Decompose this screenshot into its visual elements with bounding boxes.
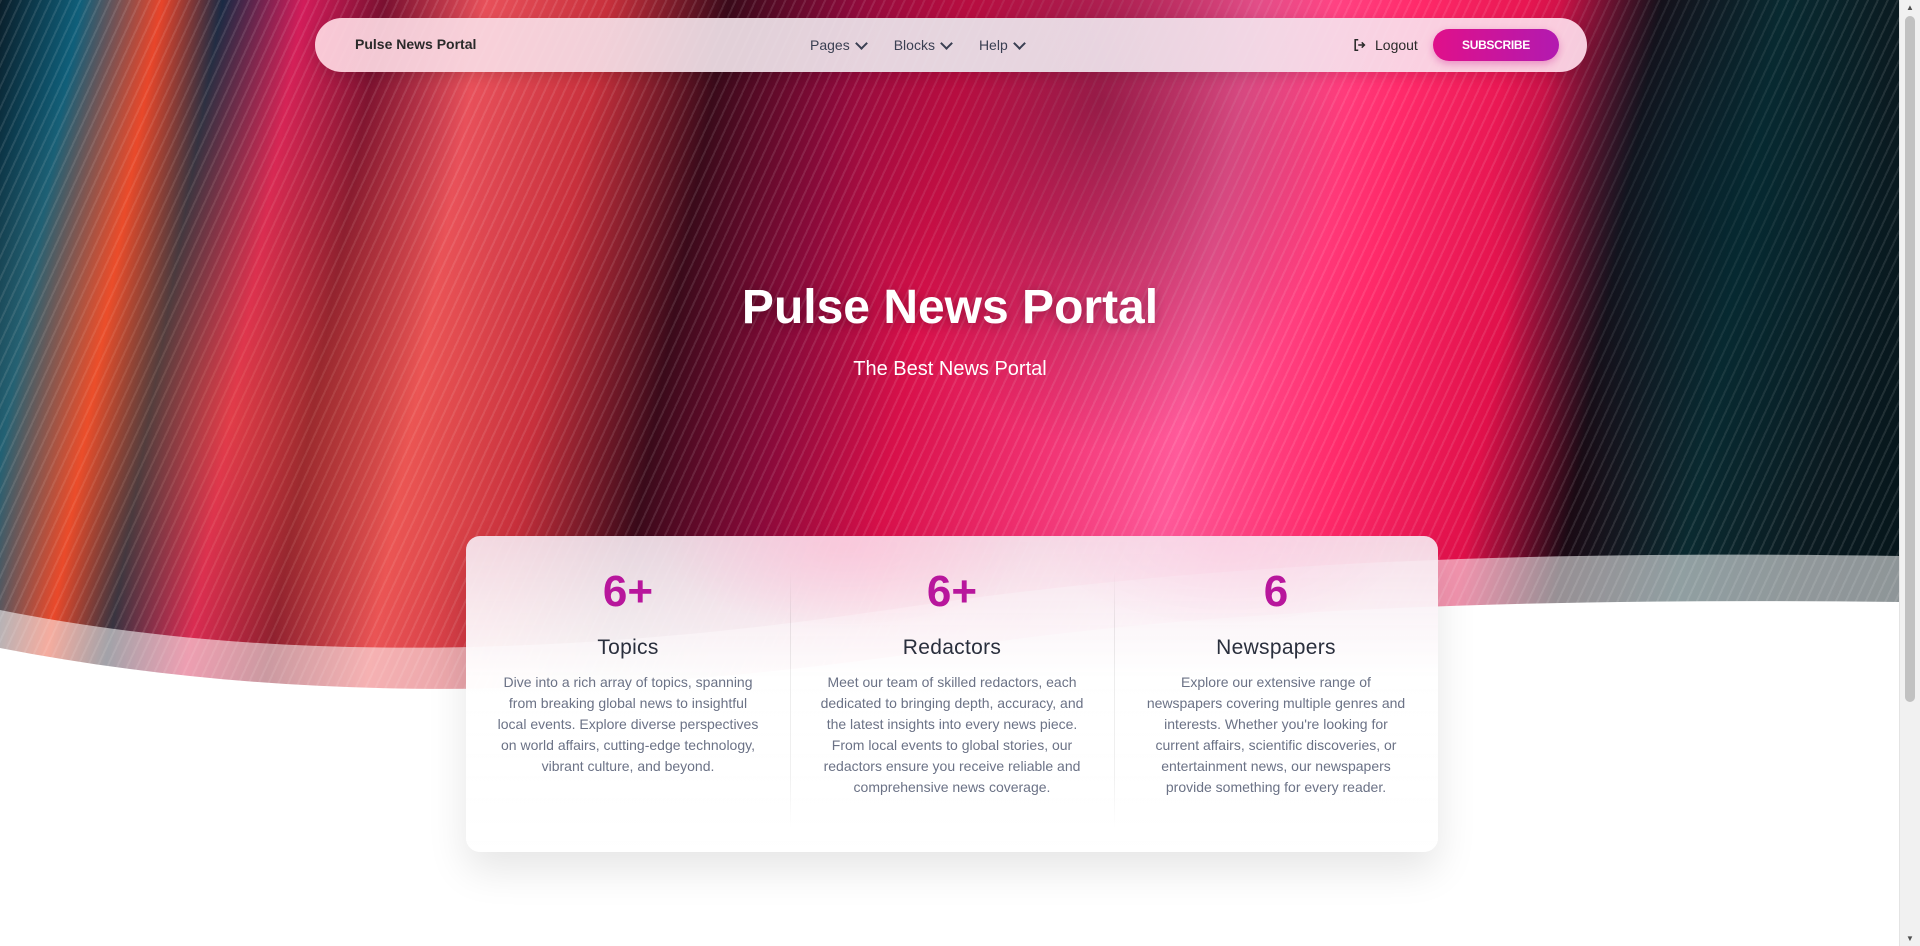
stat-value: 6	[1263, 567, 1289, 616]
stat-topics: 6+ Topics Dive into a rich array of topi…	[466, 536, 790, 852]
nav-help-dropdown[interactable]: Help	[978, 36, 1026, 53]
stat-description: Meet our team of skilled redactors, each…	[820, 674, 1084, 795]
stat-title: Redactors	[902, 636, 1002, 659]
stat-title: Topics	[597, 636, 659, 659]
stat-title: Newspapers	[1216, 636, 1336, 659]
scrollbar-thumb[interactable]	[1905, 16, 1915, 702]
stat-description: Explore our extensive range of newspaper…	[1146, 674, 1406, 795]
chevron-down-icon	[940, 36, 953, 50]
stat-newspapers: 6 Newspapers Explore our extensive range…	[1114, 536, 1438, 852]
logout-icon	[1354, 38, 1366, 52]
stat-value: 6+	[926, 567, 978, 616]
nav-blocks-label: Blocks	[893, 37, 935, 53]
nav-menu: Pages Blocks Help	[810, 36, 1026, 53]
logout-link[interactable]: Logout	[1353, 37, 1418, 53]
stat-description: Dive into a rich array of topics, spanni…	[497, 674, 759, 774]
top-navbar: Pulse News Portal Pages Blocks Help Logo…	[315, 18, 1587, 72]
scroll-down-arrow-icon[interactable]: ▼	[1906, 934, 1914, 943]
hero-subtitle: The Best News Portal	[853, 358, 1047, 380]
brand-name[interactable]: Pulse News Portal	[355, 36, 476, 52]
stat-redactors: 6+ Redactors Meet our team of skilled re…	[790, 536, 1114, 852]
logout-label: Logout	[1375, 37, 1418, 53]
stats-card: 6+ Topics Dive into a rich array of topi…	[466, 536, 1438, 852]
subscribe-button[interactable]: SUBSCRIBE	[1433, 29, 1559, 61]
nav-help-label: Help	[978, 37, 1008, 53]
chevron-down-icon	[1012, 36, 1026, 50]
stat-value: 6+	[602, 567, 654, 616]
hero-title: Pulse News Portal	[741, 281, 1159, 334]
nav-pages-dropdown[interactable]: Pages	[810, 36, 868, 53]
scroll-up-arrow-icon[interactable]: ▲	[1906, 3, 1914, 12]
nav-blocks-dropdown[interactable]: Blocks	[893, 36, 953, 53]
page-scrollbar[interactable]: ▲ ▼	[1899, 0, 1920, 946]
nav-pages-label: Pages	[810, 37, 850, 53]
chevron-down-icon	[854, 36, 868, 50]
